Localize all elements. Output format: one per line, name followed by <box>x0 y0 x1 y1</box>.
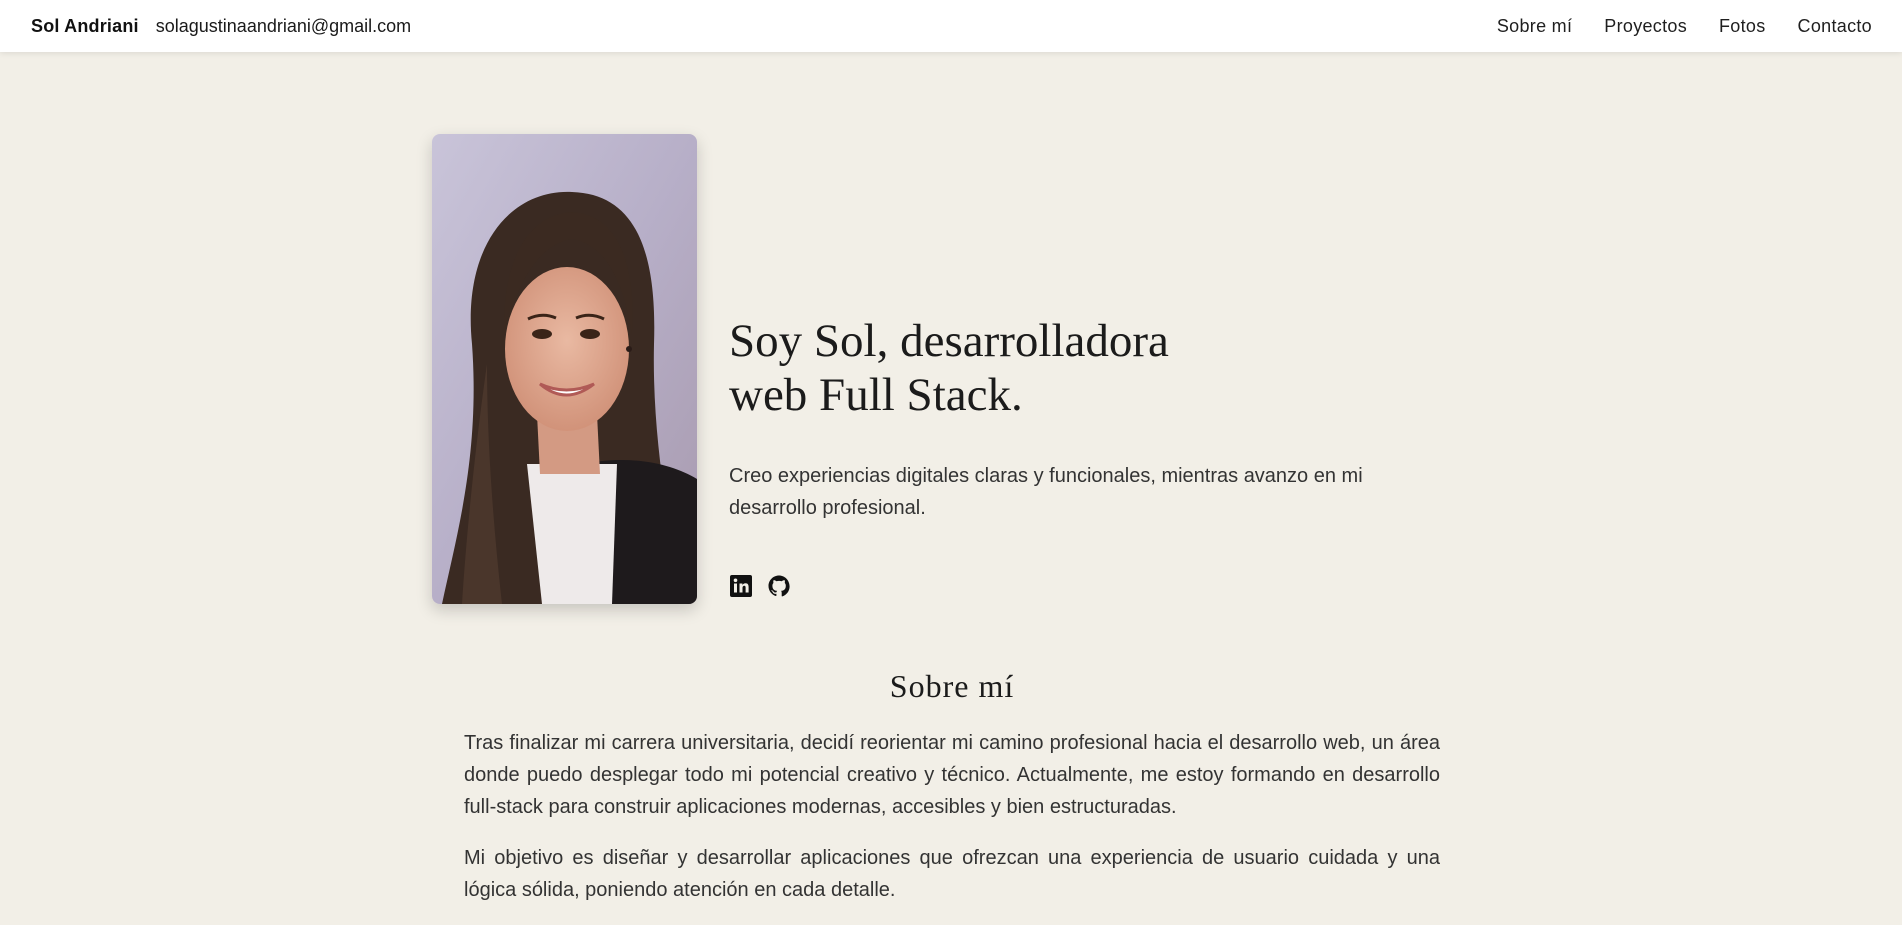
hero-text: Soy Sol, desarrolladora web Full Stack. … <box>729 314 1429 604</box>
about-paragraph-2: Mi objetivo es diseñar y desarrollar apl… <box>464 847 1440 901</box>
brand-name[interactable]: Sol Andriani <box>31 16 139 37</box>
about-paragraph-1: Tras finalizar mi carrera universitaria,… <box>464 732 1440 818</box>
hero-title-line-2: web Full Stack. <box>729 369 1023 421</box>
hero-section: Soy Sol, desarrolladora web Full Stack. … <box>432 134 1429 604</box>
profile-photo <box>432 134 697 604</box>
about-section: Sobre mí Tras finalizar mi carrera unive… <box>464 668 1440 925</box>
nav-link-sobre-mi[interactable]: Sobre mí <box>1497 16 1572 37</box>
brand: Sol Andriani solagustinaandriani@gmail.c… <box>31 16 411 37</box>
email-link[interactable]: solagustinaandriani@gmail.com <box>156 16 411 37</box>
nav-link-proyectos[interactable]: Proyectos <box>1604 16 1687 37</box>
main-nav: Sobre mí Proyectos Fotos Contacto <box>1497 16 1872 37</box>
nav-link-fotos[interactable]: Fotos <box>1719 16 1766 37</box>
linkedin-icon[interactable] <box>729 574 753 598</box>
social-links <box>729 574 1429 598</box>
nav-link-contacto[interactable]: Contacto <box>1798 16 1872 37</box>
hero-title: Soy Sol, desarrolladora web Full Stack. <box>729 314 1209 422</box>
github-icon[interactable] <box>767 574 791 598</box>
top-navbar: Sol Andriani solagustinaandriani@gmail.c… <box>0 0 1902 52</box>
hero-title-line-1: Soy Sol, desarrolladora <box>729 315 1169 367</box>
hero-subtitle: Creo experiencias digitales claras y fun… <box>729 465 1363 519</box>
about-title: Sobre mí <box>889 668 1015 704</box>
